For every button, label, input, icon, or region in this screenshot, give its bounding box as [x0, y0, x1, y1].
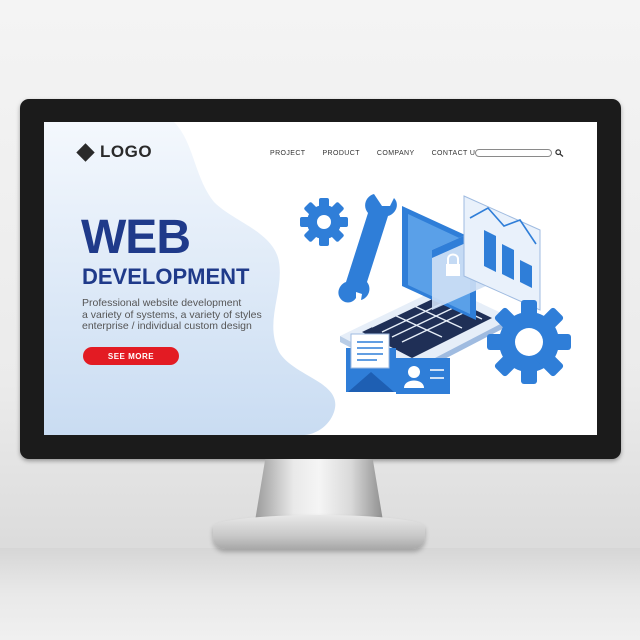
gear-icon	[300, 198, 348, 246]
monitor: LOGO PROJECT PRODUCT COMPANY CONTACT US …	[20, 99, 621, 459]
web-development-illustration	[300, 194, 571, 394]
contact-card-icon	[396, 358, 450, 394]
floor	[0, 548, 640, 640]
screen: LOGO PROJECT PRODUCT COMPANY CONTACT US …	[44, 122, 597, 435]
wrench-icon	[338, 194, 397, 303]
monitor-stand	[213, 515, 425, 549]
monitor-neck	[255, 459, 383, 521]
envelope-icon	[346, 333, 396, 392]
gear-icon	[487, 300, 571, 384]
